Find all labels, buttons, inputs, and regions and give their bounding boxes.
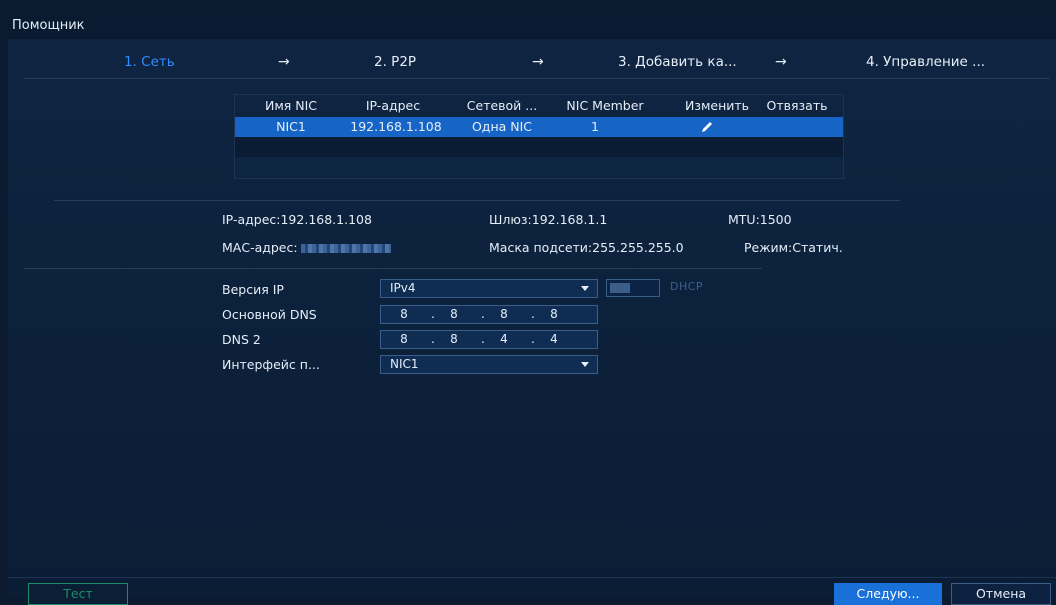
col-net-mode: Сетевой ... (466, 98, 538, 113)
form-divider (24, 268, 762, 269)
setup-wizard-window: Помощник 1. Сеть → 2. P2P → 3. Добавить … (8, 12, 1056, 605)
dns-octet[interactable]: 8 (389, 331, 419, 348)
step-arrow-icon: → (532, 54, 544, 70)
ip-value: 192.168.1.108 (280, 212, 372, 227)
mask-value: 255.255.255.0 (592, 240, 684, 255)
dns-dot: . (531, 307, 535, 321)
dns-dot: . (481, 332, 485, 346)
pencil-icon[interactable] (697, 120, 717, 134)
mode-info: Режим:Статич. (744, 240, 843, 255)
step-arrow-icon: → (775, 54, 787, 70)
mask-label: Маска подсети: (489, 240, 593, 255)
mask-info: Маска подсети:255.255.255.0 (489, 240, 684, 255)
footer-divider (8, 577, 1056, 578)
dns-octet[interactable]: 8 (489, 306, 519, 323)
table-row-empty (235, 157, 843, 177)
dns-octet[interactable]: 8 (389, 306, 419, 323)
ip-version-select[interactable]: IPv4 (380, 279, 598, 298)
cell-ip: 192.168.1.108 (350, 119, 442, 134)
cell-nic-name: NIC1 (276, 119, 306, 134)
cell-nic-member: 1 (591, 119, 599, 134)
dns-dot: . (481, 307, 485, 321)
dns-dot: . (531, 332, 535, 346)
col-unbind: Отвязать (766, 98, 828, 113)
gateway-label: Шлюз: (489, 212, 532, 227)
interface-select[interactable]: NIC1 (380, 355, 598, 374)
step-p2p[interactable]: 2. P2P (374, 54, 416, 70)
toggle-knob (610, 283, 630, 293)
ip-label: IP-адрес: (222, 212, 281, 227)
dns-octet[interactable]: 8 (539, 306, 569, 323)
mac-label: МАС-адрес: (222, 240, 298, 255)
gateway-info: Шлюз:192.168.1.1 (489, 212, 607, 227)
col-ip: IP-адрес (365, 98, 421, 113)
interface-label: Интерфейс п... (222, 357, 320, 372)
info-divider (54, 200, 900, 201)
nic-table-header: Имя NIC IP-адрес Сетевой ... NIC Member … (235, 95, 843, 117)
dns-dot: . (431, 332, 435, 346)
dns2-label: DNS 2 (222, 332, 261, 347)
dns-octet[interactable]: 8 (439, 331, 469, 348)
nic-table: Имя NIC IP-адрес Сетевой ... NIC Member … (234, 94, 844, 179)
mac-value-redacted (300, 244, 391, 253)
step-add-camera[interactable]: 3. Добавить ка... (618, 54, 737, 70)
wizard-steps: 1. Сеть → 2. P2P → 3. Добавить ка... → 4… (8, 54, 1056, 78)
step-management[interactable]: 4. Управление ... (866, 54, 985, 70)
col-nic-name: Имя NIC (264, 98, 318, 113)
mac-info: МАС-адрес: (222, 240, 391, 255)
next-button[interactable]: Следую... (834, 583, 942, 605)
chevron-down-icon (581, 362, 589, 367)
primary-dns-field[interactable]: 8 . 8 . 8 . 8 (380, 305, 598, 324)
dns-octet[interactable]: 8 (439, 306, 469, 323)
mode-value: Статич. (792, 240, 843, 255)
mtu-value: 1500 (759, 212, 792, 227)
dns-octet[interactable]: 4 (489, 331, 519, 348)
test-button[interactable]: Тест (28, 583, 128, 605)
gateway-value: 192.168.1.1 (531, 212, 608, 227)
chevron-down-icon (581, 286, 589, 291)
col-edit: Изменить (684, 98, 750, 113)
dns2-field[interactable]: 8 . 8 . 4 . 4 (380, 330, 598, 349)
mode-label: Режим: (744, 240, 793, 255)
ip-version-label: Версия IP (222, 282, 284, 297)
steps-divider (24, 78, 1050, 79)
dhcp-toggle[interactable] (606, 279, 660, 297)
mtu-label: MTU: (728, 212, 760, 227)
primary-dns-label: Основной DNS (222, 307, 317, 322)
ip-version-value: IPv4 (390, 281, 416, 295)
cancel-button[interactable]: Отмена (951, 583, 1051, 605)
dns-octet[interactable]: 4 (539, 331, 569, 348)
step-arrow-icon: → (278, 54, 290, 70)
dhcp-label: DHCP (670, 280, 704, 293)
interface-value: NIC1 (390, 357, 419, 371)
dns-dot: . (431, 307, 435, 321)
col-nic-member: NIC Member (566, 98, 644, 113)
mtu-info: MTU:1500 (728, 212, 792, 227)
ip-info: IP-адрес:192.168.1.108 (222, 212, 372, 227)
cell-net-mode: Одна NIC (471, 119, 533, 134)
table-row[interactable]: NIC1 192.168.1.108 Одна NIC 1 (235, 117, 843, 137)
table-row-empty (235, 137, 843, 157)
step-network[interactable]: 1. Сеть (124, 54, 175, 70)
window-title: Помощник (8, 12, 1056, 39)
